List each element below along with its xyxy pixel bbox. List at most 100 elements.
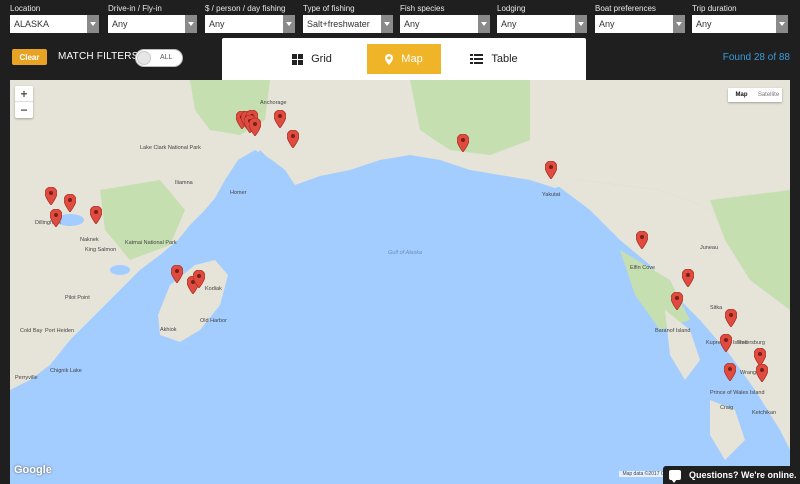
zoom-control: + − (15, 86, 33, 118)
place-label: Elfin Cove (630, 265, 656, 271)
tab-table-label: Table (491, 53, 518, 65)
chevron-down-icon (776, 15, 788, 33)
lodge-marker-icon[interactable] (723, 362, 737, 382)
place-label: Sitka (710, 305, 723, 311)
chat-bubble-icon (669, 470, 681, 483)
place-label: Akhiok (160, 327, 177, 333)
lodging-select[interactable]: Any (497, 15, 587, 33)
filter-label: Location (10, 4, 41, 13)
filter-label: Drive-in / Fly-in (108, 4, 162, 13)
match-filters-label: MATCH FILTERS: (58, 51, 142, 62)
species-filter[interactable]: Fish species Any (400, 4, 490, 34)
google-logo: Google (14, 464, 52, 476)
lodge-marker-icon[interactable] (719, 333, 733, 353)
filter-label: $ / person / day fishing (205, 4, 286, 13)
filter-label: Fish species (400, 4, 445, 13)
match-filters-toggle[interactable]: ALL (135, 49, 183, 67)
fishing-type-select[interactable]: Salt+freshwater (303, 15, 393, 33)
tab-grid[interactable]: Grid (282, 44, 342, 74)
lodge-marker-icon[interactable] (89, 205, 103, 225)
drive-fly-select[interactable]: Any (108, 15, 197, 33)
lodge-marker-icon[interactable] (681, 268, 695, 288)
toggle-knob[interactable] (137, 51, 151, 65)
lodge-marker-icon[interactable] (456, 133, 470, 153)
lodge-marker-icon[interactable] (44, 186, 58, 206)
map-type-map[interactable]: Map (728, 88, 755, 102)
clear-button[interactable]: Clear (12, 49, 47, 65)
place-label: Port Heiden (45, 328, 75, 334)
lodging-filter[interactable]: Lodging Any (497, 4, 587, 34)
chevron-down-icon (478, 15, 490, 33)
lodge-marker-icon[interactable] (670, 291, 684, 311)
place-label: Yakutat (542, 192, 561, 198)
tab-map[interactable]: Map (367, 44, 441, 74)
lodge-marker-icon[interactable] (248, 117, 262, 137)
tab-table[interactable]: Table (460, 44, 528, 74)
map-terrain (10, 80, 790, 460)
fishing-type-filter[interactable]: Type of fishing Salt+freshwater (303, 4, 393, 34)
boat-select[interactable]: Any (595, 15, 685, 33)
map-type-control: Map Satellite (728, 88, 782, 102)
lodge-marker-icon[interactable] (755, 363, 769, 383)
lodge-marker-icon[interactable] (724, 308, 738, 328)
filter-label: Lodging (497, 4, 526, 13)
place-label: Gulf of Alaska (388, 250, 423, 256)
lodge-marker-icon[interactable] (192, 269, 206, 289)
boat-filter[interactable]: Boat preferences Any (595, 4, 685, 34)
drive-fly-filter[interactable]: Drive-in / Fly-in Any (108, 4, 197, 34)
chevron-down-icon (673, 15, 685, 33)
place-label: Old Harbor (200, 318, 227, 324)
duration-select[interactable]: Any (692, 15, 788, 33)
zoom-in-button[interactable]: + (15, 86, 33, 102)
place-label: King Salmon (85, 247, 117, 253)
map-type-satellite[interactable]: Satellite (755, 88, 782, 102)
chevron-down-icon (575, 15, 587, 33)
filter-label: Trip duration (692, 4, 737, 13)
species-select[interactable]: Any (400, 15, 490, 33)
chevron-down-icon (185, 15, 197, 33)
chevron-down-icon (87, 15, 99, 33)
place-label: Lake Clark National Park (140, 145, 201, 151)
lodge-marker-icon[interactable] (170, 264, 184, 284)
map-pin-icon (385, 53, 394, 65)
place-label: Pilot Point (65, 295, 90, 301)
location-select[interactable]: ALASKA (10, 15, 99, 33)
price-filter[interactable]: $ / person / day fishing Any (205, 4, 295, 34)
filter-label: Type of fishing (303, 4, 355, 13)
place-label: Kodiak (205, 286, 222, 292)
place-label: Anchorage (260, 100, 287, 106)
place-label: Ketchikan (752, 410, 777, 416)
duration-filter[interactable]: Trip duration Any (692, 4, 788, 34)
price-select[interactable]: Any (205, 15, 295, 33)
tab-map-label: Map (401, 53, 423, 65)
place-label: Prince of Wales Island (710, 390, 765, 396)
results-count: Found 28 of 88 (722, 52, 790, 63)
lodge-marker-icon[interactable] (273, 109, 287, 129)
map-canvas[interactable]: + − Map Satellite Anchorage Lake Clark N… (10, 80, 790, 484)
lodge-marker-icon[interactable] (49, 208, 63, 228)
chat-label: Questions? We're online. (689, 470, 797, 480)
lodge-marker-icon[interactable] (286, 129, 300, 149)
place-label: Juneau (700, 245, 719, 251)
grid-icon (292, 53, 304, 65)
toggle-text: ALL (160, 54, 173, 61)
place-label: Homer (230, 190, 247, 196)
place-label: Craig (720, 405, 734, 411)
list-icon (470, 54, 484, 64)
place-label: Iliamna (175, 180, 193, 186)
chevron-down-icon (381, 15, 393, 33)
lodge-marker-icon[interactable] (635, 230, 649, 250)
tab-grid-label: Grid (311, 53, 332, 65)
top-filter-bar: Location ALASKA Drive-in / Fly-in Any $ … (0, 0, 800, 80)
place-label: Katmai National Park (125, 240, 177, 246)
filter-label: Boat preferences (595, 4, 656, 13)
lodge-marker-icon[interactable] (63, 193, 77, 213)
zoom-out-button[interactable]: − (15, 102, 33, 118)
place-label: Perryville (15, 375, 38, 381)
place-label: Naknek (80, 237, 99, 243)
chat-widget[interactable]: Questions? We're online. (663, 466, 798, 484)
place-label: Cold Bay (20, 328, 43, 334)
lodge-marker-icon[interactable] (544, 160, 558, 180)
location-filter[interactable]: Location ALASKA (10, 4, 99, 34)
place-label: Baranof Island (655, 328, 691, 334)
